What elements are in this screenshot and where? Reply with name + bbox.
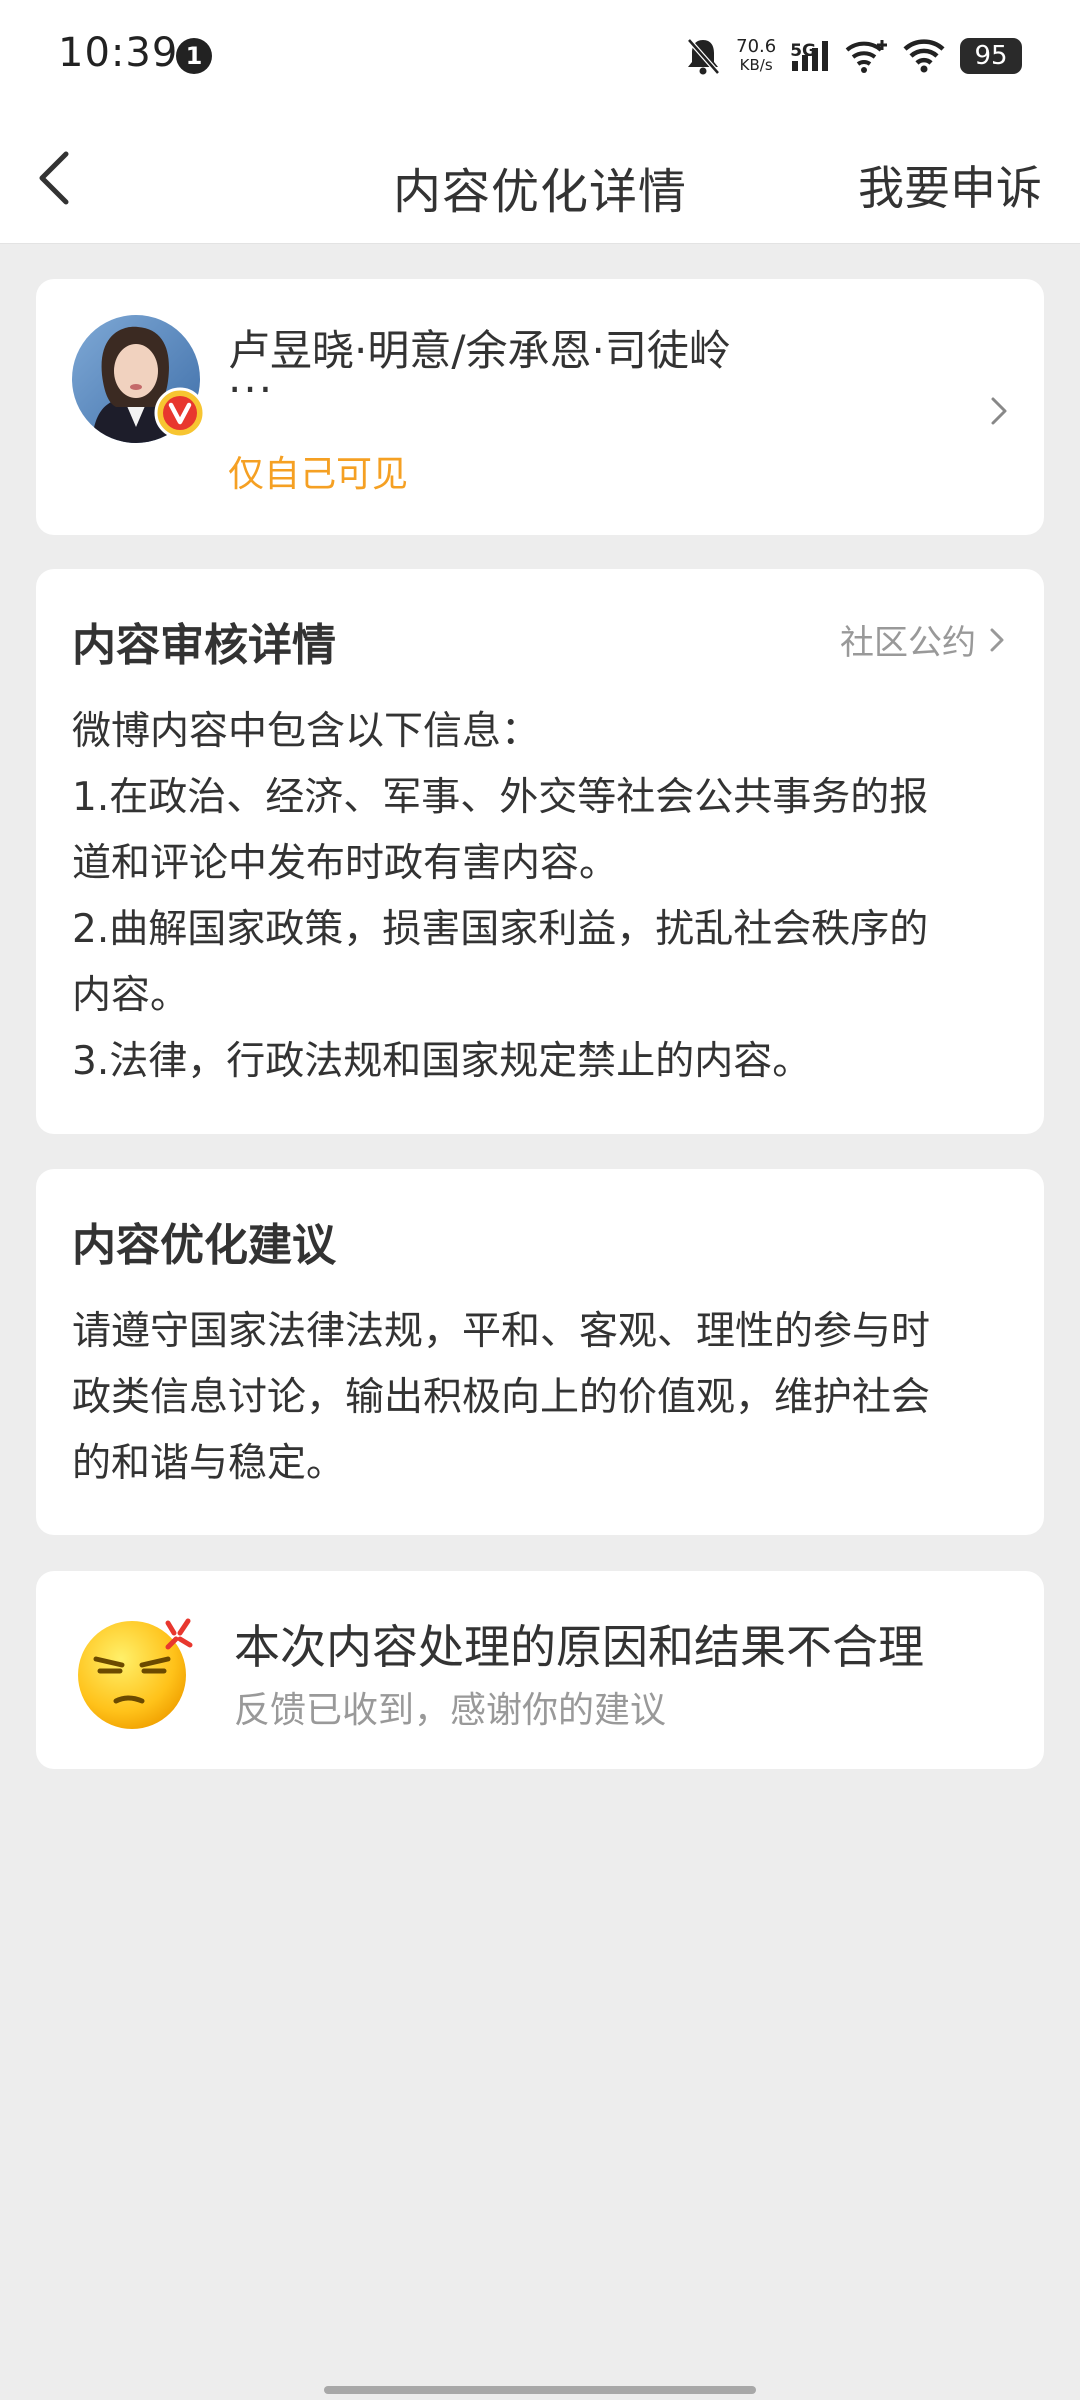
battery-level: 95	[974, 41, 1008, 71]
suggestion-line: 请遵守国家法律法规，平和、客观、理性的参与时	[72, 1309, 931, 1354]
suggestion-line: 政类信息讨论，输出积极向上的价值观，维护社会	[72, 1375, 931, 1420]
community-guidelines-label: 社区公约	[840, 623, 976, 663]
review-details-title: 内容审核详情	[72, 620, 336, 671]
status-icons: 70.6 KB/s 5G 95	[684, 30, 1022, 82]
chevron-right-icon	[991, 397, 1007, 425]
feedback-title: 本次内容处理的原因和结果不合理	[234, 1620, 924, 1674]
optimization-suggestion-card: 内容优化建议 请遵守国家法律法规，平和、客观、理性的参与时 政类信息讨论，输出积…	[36, 1169, 1044, 1535]
wifi-plus-icon	[845, 40, 887, 73]
suggestion-line: 的和谐与稳定。	[72, 1441, 346, 1486]
network-type: 5G	[790, 41, 816, 61]
battery-indicator: 95	[960, 38, 1022, 74]
post-author-name: 卢昱晓·明意/余承恩·司徒岭	[228, 326, 731, 375]
review-line: 2.曲解国家政策，损害国家利益，扰乱社会秩序的	[72, 907, 929, 952]
wifi-icon	[903, 39, 945, 73]
notification-count-badge: 1	[176, 38, 212, 74]
feedback-subtitle: 反馈已收到，感谢你的建议	[234, 1690, 667, 1731]
net-speed: 70.6 KB/s	[736, 36, 777, 75]
review-line: 1.在政治、经济、军事、外交等社会公共事务的报	[72, 775, 929, 820]
status-bar: 10:39 1 70.6 KB/s 5G 95	[0, 0, 1080, 112]
net-speed-value: 70.6	[736, 36, 777, 57]
nav-bar: 内容优化详情 我要申诉	[0, 112, 1080, 244]
home-indicator[interactable]	[324, 2386, 756, 2394]
review-line: 内容。	[72, 973, 190, 1018]
community-guidelines-link[interactable]: 社区公约	[840, 615, 1008, 664]
review-line: 3.法律，行政法规和国家规定禁止的内容。	[72, 1039, 812, 1084]
status-time: 10:39	[58, 30, 179, 76]
suggestion-text: 请遵守国家法律法规，平和、客观、理性的参与时 政类信息讨论，输出积极向上的价值观…	[72, 1299, 1014, 1497]
chevron-right-icon	[990, 628, 1004, 651]
bell-muted-icon	[687, 38, 721, 75]
net-speed-unit: KB/s	[739, 56, 773, 74]
visibility-label: 仅自己可见	[228, 454, 409, 495]
review-details-card: 内容审核详情 社区公约 微博内容中包含以下信息： 1.在政治、经济、军事、外交等…	[36, 569, 1044, 1134]
post-author-card[interactable]: 卢昱晓·明意/余承恩·司徒岭 ··· 仅自己可见	[36, 279, 1044, 535]
suggestion-title: 内容优化建议	[72, 1220, 336, 1271]
cell-signal: 5G	[790, 39, 830, 73]
feedback-card[interactable]: 本次内容处理的原因和结果不合理 反馈已收到，感谢你的建议	[36, 1571, 1044, 1769]
verified-v-icon	[154, 387, 206, 439]
annoyed-face-icon	[78, 1618, 193, 1729]
review-details-text: 微博内容中包含以下信息： 1.在政治、经济、军事、外交等社会公共事务的报 道和评…	[72, 699, 1014, 1095]
review-line: 微博内容中包含以下信息：	[72, 709, 541, 754]
review-line: 道和评论中发布时政有害内容。	[72, 841, 619, 886]
appeal-button[interactable]: 我要申诉	[858, 152, 1042, 218]
post-preview-ellipsis: ···	[228, 365, 275, 414]
